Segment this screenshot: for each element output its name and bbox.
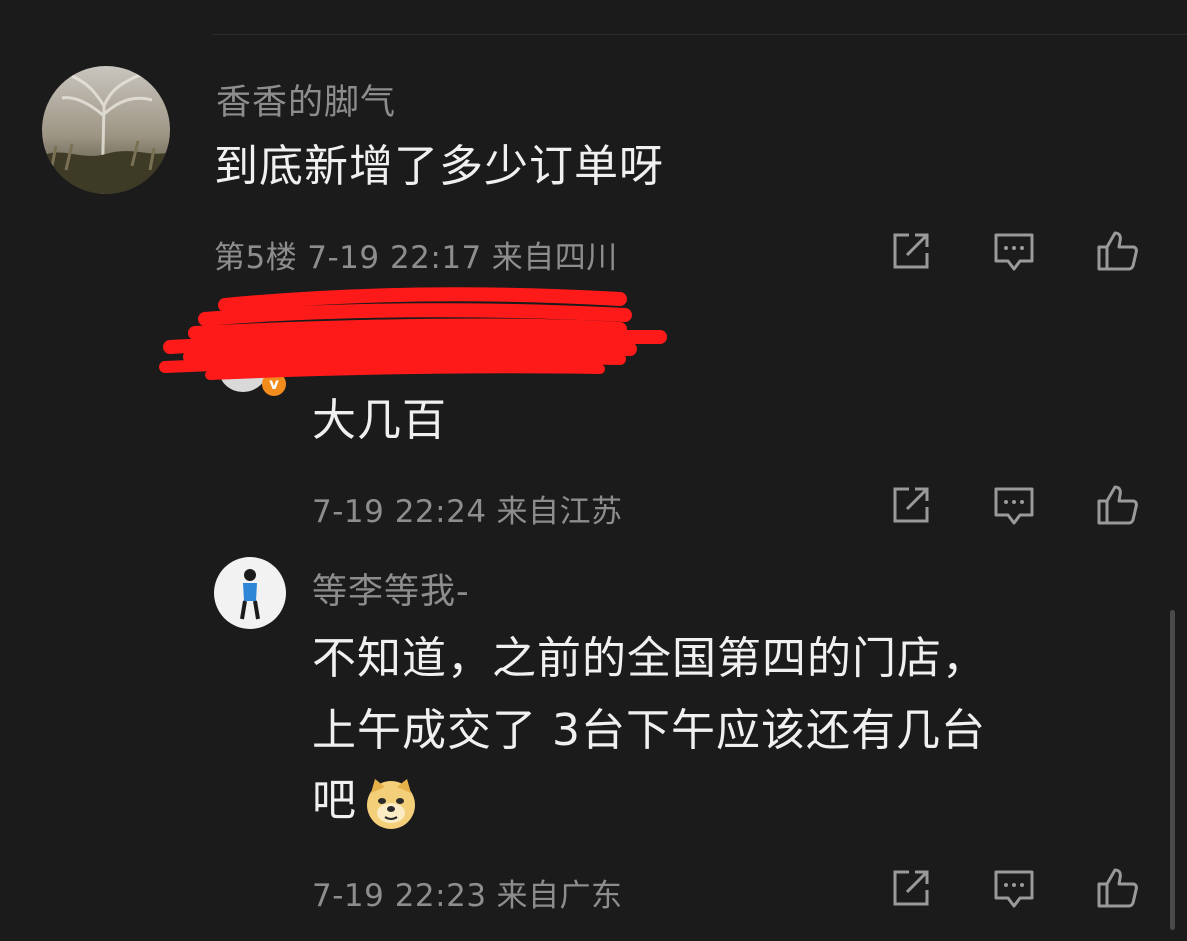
- timestamp: 7-19 22:24: [312, 494, 487, 530]
- comment-meta: 第5楼 7-19 22:17 来自四川: [214, 232, 628, 277]
- timestamp: 7-19 22:17: [307, 240, 482, 276]
- username[interactable]: 等李等我-: [312, 563, 470, 614]
- scrollbar[interactable]: [1170, 610, 1175, 930]
- location: 来自广东: [496, 878, 623, 914]
- share-icon[interactable]: [887, 227, 935, 275]
- redaction-scribble: [159, 287, 667, 380]
- avatar[interactable]: [214, 557, 286, 629]
- share-icon[interactable]: [887, 481, 935, 529]
- comment-text-fragment: 吧: [312, 775, 357, 826]
- avatar[interactable]: [42, 66, 170, 194]
- comment-icon[interactable]: [990, 481, 1038, 529]
- location: 来自江苏: [496, 494, 623, 530]
- comment-meta: 7-19 22:24 来自江苏: [312, 486, 633, 531]
- comment-meta: 7-19 22:23 来自广东: [312, 870, 633, 915]
- location: 来自四川: [491, 240, 618, 276]
- thumbs-up-icon[interactable]: [1093, 481, 1141, 529]
- share-icon[interactable]: [887, 864, 935, 912]
- timestamp: 7-19 22:23: [312, 878, 487, 914]
- comment-icon[interactable]: [990, 227, 1038, 275]
- username[interactable]: 香香的脚气: [216, 74, 396, 125]
- thumbs-up-icon[interactable]: [1093, 864, 1141, 912]
- comment-text-line-2: 上午成交了 3台下午应该还有几台: [312, 705, 986, 756]
- comment-text-line-3: 吧: [312, 768, 419, 834]
- doge-emoji-icon: [363, 775, 419, 831]
- comment-text-line-1: 不知道，之前的全国第四的门店，: [312, 633, 987, 684]
- comment-text: 到底新增了多少订单呀: [214, 141, 664, 192]
- comment-text: 大几百: [312, 395, 447, 446]
- thumbs-up-icon[interactable]: [1093, 227, 1141, 275]
- top-divider: [212, 34, 1187, 35]
- floor-number: 第5楼: [214, 240, 298, 276]
- comment-icon[interactable]: [990, 864, 1038, 912]
